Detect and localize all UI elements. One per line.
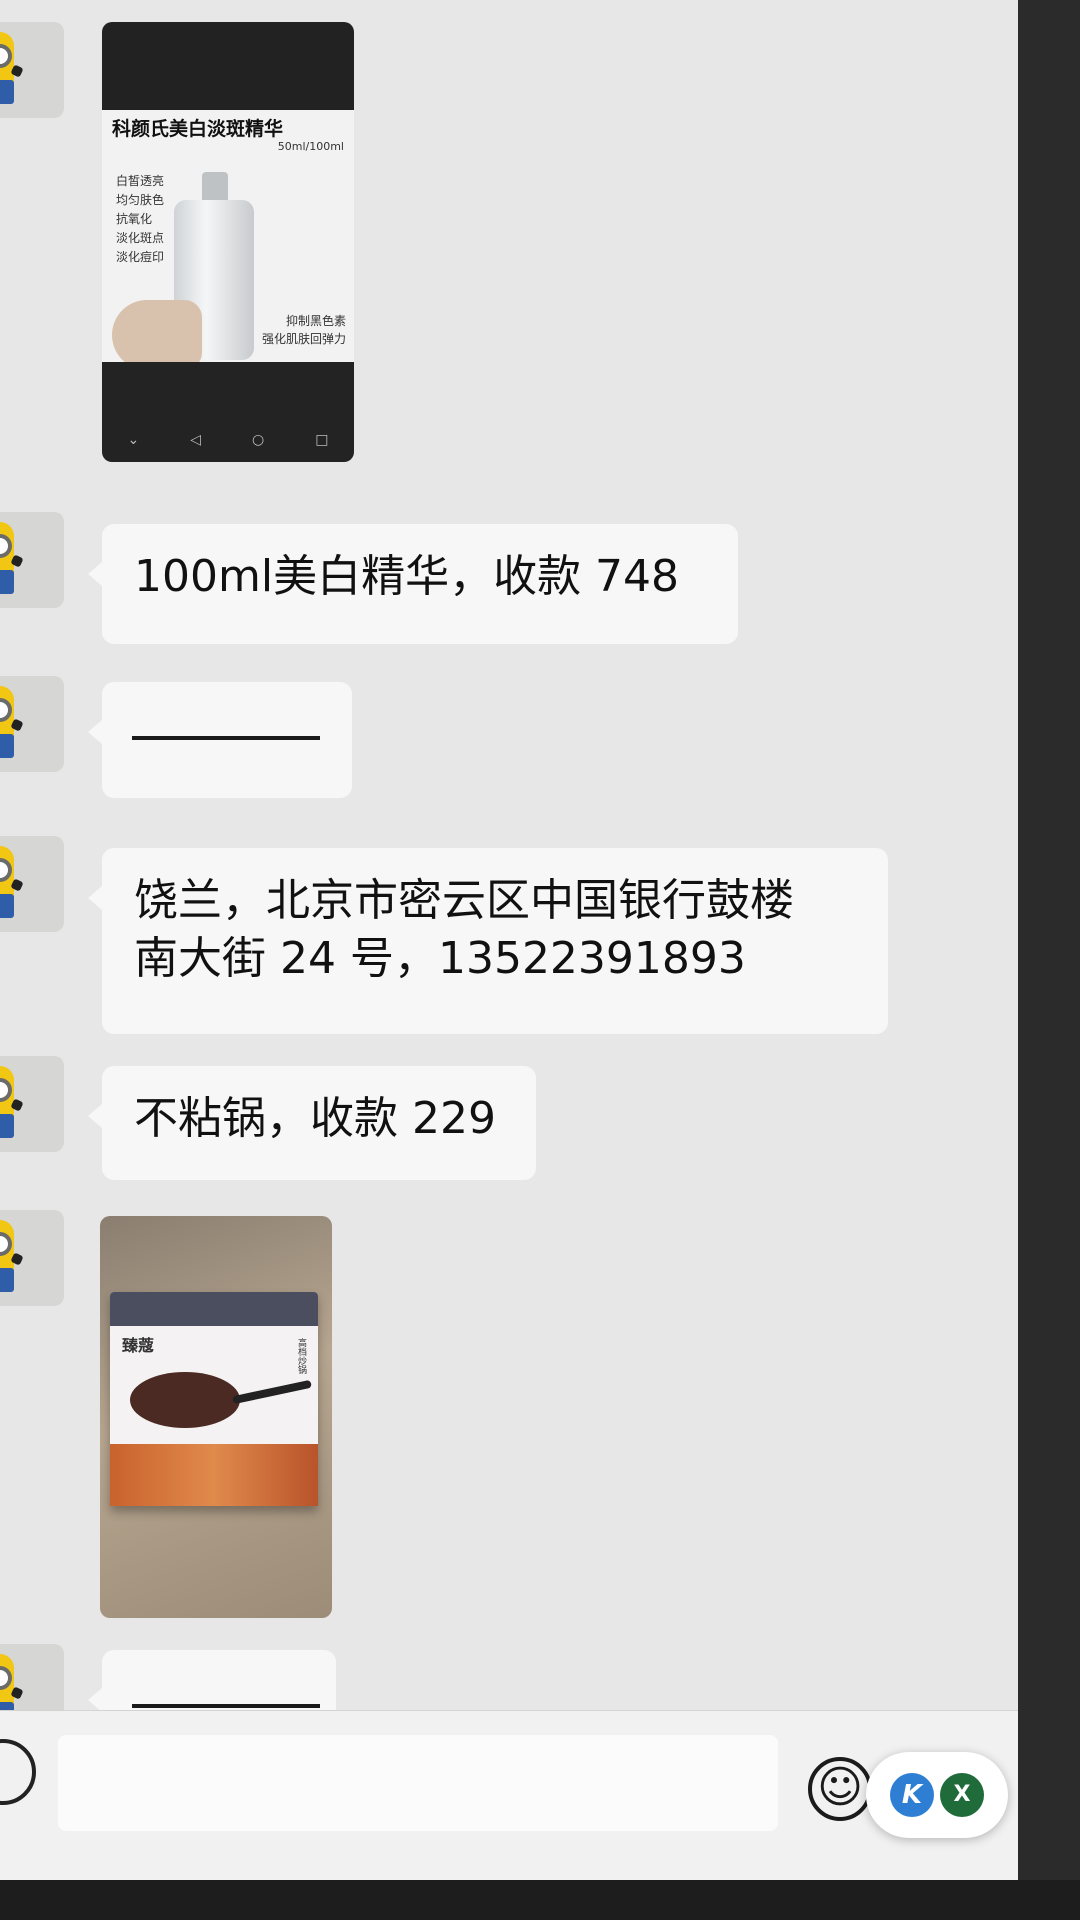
avatar[interactable] — [0, 1056, 64, 1152]
message-input[interactable] — [58, 1735, 778, 1831]
avatar[interactable] — [0, 836, 64, 932]
message-bubble[interactable]: 不粘锅，收款 229 — [88, 1066, 536, 1180]
avatar[interactable] — [0, 676, 64, 772]
message-text-line2: 南大街 24 号，13522391893 — [134, 933, 746, 984]
avatar[interactable] — [0, 512, 64, 608]
message-text: 100ml美白精华，收款 748 — [134, 551, 680, 602]
nav-keys: ⌄ ◁ ○ □ — [127, 432, 329, 448]
k-app-icon[interactable]: K — [890, 1773, 934, 1817]
image-title: 科颜氏美白淡斑精华 — [112, 118, 284, 140]
product-image-serum[interactable]: 科颜氏美白淡斑精华 50ml/100ml 白皙透亮 均匀肤色 抗氧化 淡化斑点 … — [102, 22, 354, 462]
dash-line — [132, 1704, 320, 1708]
dash-line — [132, 736, 320, 740]
box-brand: 臻蔻 — [122, 1336, 155, 1355]
emoji-icon[interactable]: ☺ — [808, 1757, 872, 1821]
image-benefits: 白皙透亮 均匀肤色 抗氧化 淡化斑点 淡化痘印 — [116, 174, 165, 264]
box-label: 高档炒锅 — [296, 1338, 306, 1374]
x-app-icon[interactable]: X — [940, 1773, 984, 1817]
message-text: 不粘锅，收款 229 — [134, 1093, 496, 1144]
product-image-pan[interactable]: 臻蔻 高档炒锅 — [100, 1216, 332, 1618]
message-text-line1: 饶兰，北京市密云区中国银行鼓楼 — [134, 875, 794, 926]
message-bubble[interactable]: 100ml美白精华，收款 748 — [88, 524, 738, 644]
voice-icon[interactable] — [0, 1739, 36, 1805]
monitor-bezel-bottom — [0, 1880, 1080, 1920]
monitor-bezel-right — [1018, 0, 1080, 1920]
message-bubble[interactable]: 饶兰，北京市密云区中国银行鼓楼 南大街 24 号，13522391893 — [88, 848, 888, 1034]
chat-screen: 科颜氏美白淡斑精华 50ml/100ml 白皙透亮 均匀肤色 抗氧化 淡化斑点 … — [0, 0, 1018, 1880]
message-bubble[interactable] — [88, 682, 352, 798]
pan-box: 臻蔻 高档炒锅 — [110, 1292, 318, 1506]
avatar[interactable] — [0, 22, 64, 118]
image-capacity: 50ml/100ml — [277, 140, 344, 153]
floating-widget[interactable]: K X — [866, 1752, 1008, 1838]
avatar[interactable] — [0, 1210, 64, 1306]
image-side-text: 抑制黑色素 强化肌肤回弹力 — [261, 314, 346, 346]
